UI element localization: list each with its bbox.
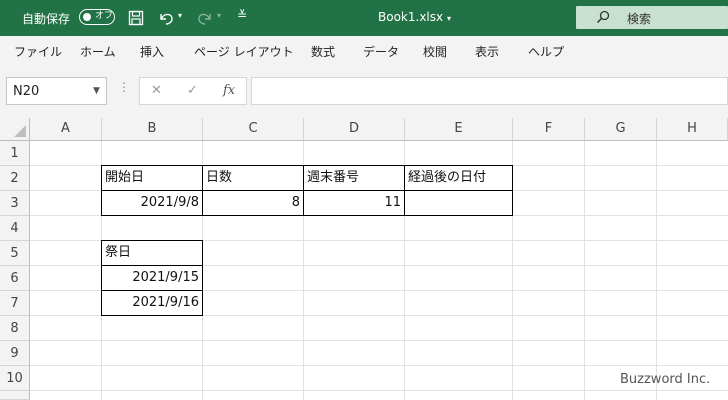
row-header-8[interactable]: 8 xyxy=(0,316,30,341)
tab-file[interactable]: ファイル xyxy=(14,43,62,60)
column-header-e[interactable]: E xyxy=(405,118,513,141)
redo-icon[interactable] xyxy=(195,8,215,28)
watermark: Buzzword Inc. xyxy=(620,372,711,387)
gridline xyxy=(30,390,728,391)
formula-buttons: ✕ ✓ fx xyxy=(139,77,247,105)
undo-dropdown-icon[interactable]: ▾ xyxy=(178,11,182,20)
column-header-b[interactable]: B xyxy=(102,118,203,141)
undo-icon[interactable] xyxy=(156,8,176,28)
gridline xyxy=(656,141,657,400)
select-all-triangle-icon xyxy=(14,125,26,137)
column-header-f[interactable]: F xyxy=(513,118,585,141)
tab-help[interactable]: ヘルプ xyxy=(528,43,564,60)
cell-b7[interactable]: 2021/9/16 xyxy=(101,290,203,316)
formula-bar: N20 ▼ ⋮ ✕ ✓ fx xyxy=(0,66,728,118)
cell-b5[interactable]: 祭日 xyxy=(101,240,203,266)
autosave-label: 自動保存 xyxy=(22,12,71,26)
redo-dropdown-icon[interactable]: ▾ xyxy=(217,11,221,20)
row-header-5[interactable]: 5 xyxy=(0,241,30,266)
column-header-h[interactable]: H xyxy=(657,118,728,141)
worksheet-grid: A B C D E F G H 1 2 3 4 5 6 7 8 9 10 開始日… xyxy=(0,118,728,400)
ribbon-tabs: ファイル ホーム 挿入 ページ レイアウト 数式 データ 校閲 表示 ヘルプ xyxy=(0,36,728,66)
insert-function-button[interactable]: fx xyxy=(223,83,235,98)
cell-b2[interactable]: 開始日 xyxy=(101,165,203,191)
cancel-icon[interactable]: ✕ xyxy=(151,83,162,98)
row-header-7[interactable]: 7 xyxy=(0,291,30,316)
tab-formulas[interactable]: 数式 xyxy=(311,43,335,60)
cell-b6[interactable]: 2021/9/15 xyxy=(101,265,203,291)
cell-c3[interactable]: 8 xyxy=(202,190,304,216)
enter-icon[interactable]: ✓ xyxy=(187,83,198,98)
select-all-button[interactable] xyxy=(0,118,30,141)
column-header-a[interactable]: A xyxy=(30,118,102,141)
cell-e3[interactable] xyxy=(404,190,513,216)
gridline xyxy=(584,141,585,400)
title-bar: 自動保存 オフ ▾ ▾ ≚ Book1.xlsx ▾ 検索 xyxy=(0,0,728,36)
name-box[interactable]: N20 ▼ xyxy=(6,77,107,105)
column-header-g[interactable]: G xyxy=(585,118,657,141)
cell-d2[interactable]: 週末番号 xyxy=(303,165,405,191)
autosave-toggle[interactable]: オフ xyxy=(79,9,115,25)
formula-input[interactable] xyxy=(251,77,728,105)
name-box-dropdown-icon[interactable]: ▼ xyxy=(93,86,100,96)
row-header-3[interactable]: 3 xyxy=(0,191,30,216)
row-header-4[interactable]: 4 xyxy=(0,216,30,241)
tab-home[interactable]: ホーム xyxy=(80,43,116,60)
autosave-state: オフ xyxy=(95,11,114,21)
row-header-11[interactable] xyxy=(0,391,30,400)
name-box-value: N20 xyxy=(13,84,40,99)
cell-e2[interactable]: 経過後の日付 xyxy=(404,165,513,191)
column-header-c[interactable]: C xyxy=(203,118,304,141)
row-header-1[interactable]: 1 xyxy=(0,141,30,166)
tab-page-layout[interactable]: ページ レイアウト xyxy=(194,43,294,60)
document-title[interactable]: Book1.xlsx ▾ xyxy=(378,10,451,24)
customize-qat-icon[interactable]: ≚ xyxy=(237,8,247,22)
search-icon xyxy=(596,10,610,24)
more-options-icon[interactable]: ⋮ xyxy=(118,80,130,94)
cell-b3[interactable]: 2021/9/8 xyxy=(101,190,203,216)
tab-view[interactable]: 表示 xyxy=(475,43,499,60)
cell-c2[interactable]: 日数 xyxy=(202,165,304,191)
search-box[interactable]: 検索 xyxy=(576,6,728,29)
column-header-d[interactable]: D xyxy=(304,118,405,141)
gridline xyxy=(30,365,728,366)
search-placeholder: 検索 xyxy=(627,12,652,26)
row-header-10[interactable]: 10 xyxy=(0,366,30,391)
tab-data[interactable]: データ xyxy=(363,43,399,60)
gridline xyxy=(30,340,728,341)
save-icon[interactable] xyxy=(126,8,146,28)
row-header-9[interactable]: 9 xyxy=(0,341,30,366)
row-header-6[interactable]: 6 xyxy=(0,266,30,291)
row-header-2[interactable]: 2 xyxy=(0,166,30,191)
cell-d3[interactable]: 11 xyxy=(303,190,405,216)
tab-review[interactable]: 校閲 xyxy=(423,43,447,60)
tab-insert[interactable]: 挿入 xyxy=(140,43,164,60)
toggle-knob xyxy=(83,12,91,21)
